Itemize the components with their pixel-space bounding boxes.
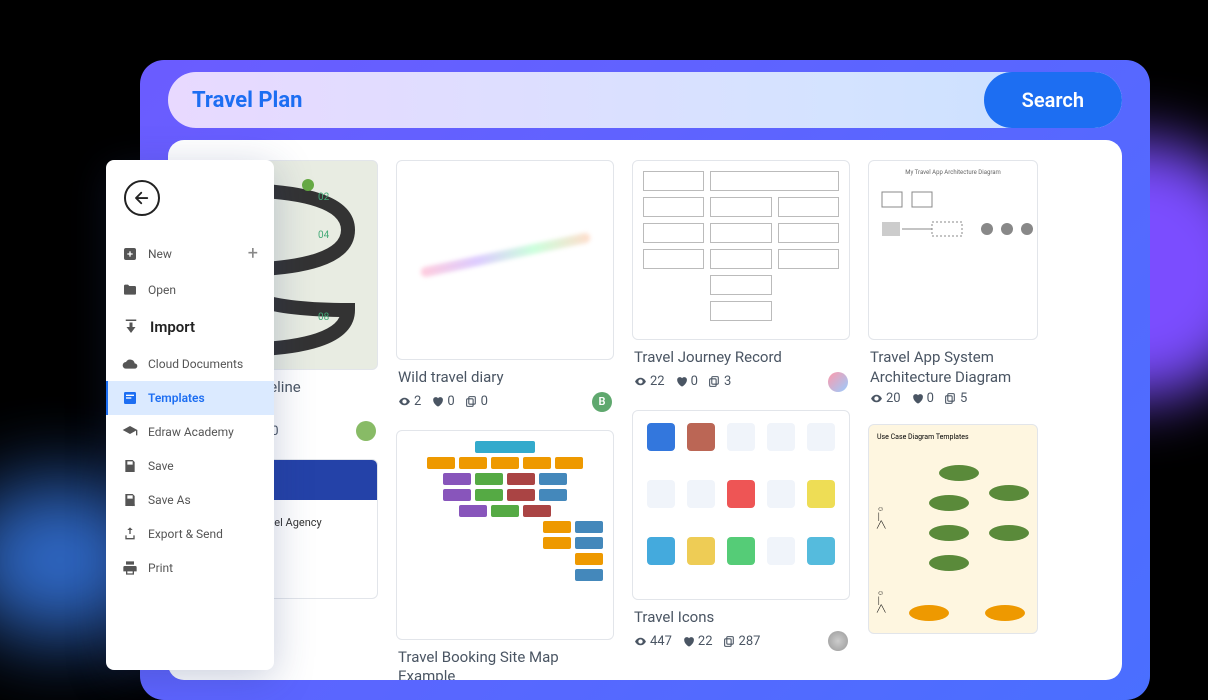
sidebar-label: Open (148, 283, 176, 297)
template-title: Travel Journey Record (634, 348, 848, 368)
sidebar-label: Save (148, 459, 174, 473)
export-icon (122, 526, 138, 542)
app-window: Search 02 04 06 08 07 (140, 60, 1150, 700)
copies-icon (708, 375, 721, 388)
likes-icon (675, 375, 688, 388)
likes-icon (431, 395, 444, 408)
template-thumb: Use Case Diagram Templates ☺│╱╲ ☺│╱╲ (868, 424, 1038, 634)
template-card[interactable]: Travel Icons 447 22 287 (632, 410, 850, 656)
author-avatar (828, 372, 848, 392)
template-title: Travel App System Architecture Diagram (870, 348, 1036, 387)
sidebar-label: Print (148, 561, 173, 575)
svg-text:02: 02 (318, 192, 330, 203)
template-thumb (632, 410, 850, 600)
template-title: Travel Icons (634, 608, 848, 628)
sidebar-item-save-as[interactable]: Save As (106, 483, 274, 517)
back-button[interactable] (124, 180, 160, 216)
search-button[interactable]: Search (984, 72, 1122, 128)
save-as-icon (122, 492, 138, 508)
template-stats: 447 22 287 (634, 631, 848, 651)
template-stats: 20 0 5 (870, 391, 1036, 406)
author-avatar (828, 631, 848, 651)
sidebar-label: New (148, 247, 172, 261)
template-stats: 22 0 3 (634, 372, 848, 392)
copies-icon (723, 635, 736, 648)
search-input[interactable] (168, 88, 984, 113)
views-icon (398, 395, 411, 408)
sidebar-item-templates[interactable]: Templates (106, 381, 274, 415)
template-card[interactable]: My Travel App Architecture Diagram Trave… (868, 160, 1038, 410)
sidebar-item-cloud[interactable]: Cloud Documents (106, 347, 274, 381)
search-bar: Search (168, 72, 1122, 128)
author-avatar (356, 421, 376, 441)
cloud-icon (122, 356, 138, 372)
views-icon (634, 635, 647, 648)
folder-icon (122, 282, 138, 298)
sidebar-item-import[interactable]: Import (106, 307, 274, 347)
template-icon (122, 390, 138, 406)
likes-icon (682, 635, 695, 648)
likes-icon (911, 392, 924, 405)
plus-icon: + (248, 243, 258, 264)
sidebar-item-print[interactable]: Print (106, 551, 274, 585)
svg-text:08: 08 (318, 312, 330, 323)
views-icon (634, 375, 647, 388)
sidebar-label: Import (150, 318, 195, 336)
template-card[interactable]: Travel Booking Site Map Example (396, 430, 614, 681)
sidebar-label: Export & Send (148, 527, 223, 541)
sidebar-label: Cloud Documents (148, 357, 243, 371)
save-icon (122, 458, 138, 474)
svg-text:04: 04 (318, 230, 330, 241)
sidebar-item-academy[interactable]: Edraw Academy (106, 415, 274, 449)
sidebar-label: Templates (148, 391, 205, 405)
template-title: Wild travel diary (398, 368, 612, 388)
template-stats: 2 0 0 B (398, 392, 612, 412)
views-icon (870, 392, 883, 405)
template-thumb (632, 160, 850, 340)
download-icon (122, 318, 140, 336)
sidebar-label: Save As (148, 493, 191, 507)
print-icon (122, 560, 138, 576)
template-card[interactable]: Wild travel diary 2 0 0 B (396, 160, 614, 416)
template-card[interactable]: Use Case Diagram Templates ☺│╱╲ ☺│╱╲ (868, 424, 1038, 634)
sidebar-item-new[interactable]: New + (106, 234, 274, 273)
template-thumb (396, 430, 614, 640)
copies-icon (944, 392, 957, 405)
copies-icon (465, 395, 478, 408)
sidebar-item-open[interactable]: Open (106, 273, 274, 307)
author-avatar: B (592, 392, 612, 412)
file-menu-sidebar: New + Open Import Cloud Documents Templa… (106, 160, 274, 670)
grad-cap-icon (122, 424, 138, 440)
sidebar-label: Edraw Academy (148, 425, 234, 439)
template-title: Travel Booking Site Map Example (398, 648, 612, 681)
sidebar-item-save[interactable]: Save (106, 449, 274, 483)
template-thumb: My Travel App Architecture Diagram (868, 160, 1038, 340)
template-thumb (396, 160, 614, 360)
arrow-left-icon (133, 189, 151, 207)
plus-square-icon (122, 246, 138, 262)
template-gallery: 02 04 06 08 07 Travel Timeline hic 14 45… (168, 140, 1122, 680)
template-card[interactable]: Travel Journey Record 22 0 3 (632, 160, 850, 396)
sidebar-item-export[interactable]: Export & Send (106, 517, 274, 551)
